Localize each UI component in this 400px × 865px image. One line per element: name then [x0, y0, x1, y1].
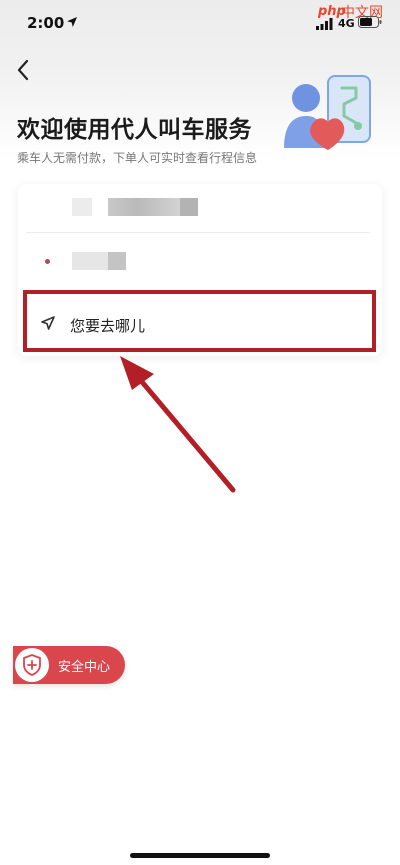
masked-passenger-info: [108, 198, 180, 216]
status-bar: 2:00 php 中文网 4G: [0, 0, 400, 44]
safety-center-button[interactable]: 安全中心: [13, 646, 125, 684]
page-subtitle: 乘车人无需付款，下单人可实时查看行程信息: [17, 151, 258, 165]
masked-origin-info[interactable]: [108, 252, 126, 270]
destination-input[interactable]: 您要去哪儿: [23, 290, 376, 352]
passenger-illustration: [284, 75, 371, 150]
chevron-left-icon: [17, 59, 29, 81]
status-time: 2:00: [27, 14, 65, 32]
person-head: [292, 84, 320, 112]
destination-placeholder: 您要去哪儿: [70, 317, 146, 335]
masked-passenger-info: [180, 198, 198, 216]
location-arrow-icon: [67, 17, 77, 27]
safety-center-label: 安全中心: [58, 660, 111, 675]
network-label: 4G: [338, 17, 355, 30]
masked-passenger-info: [72, 198, 92, 216]
route-end-icon: [354, 122, 362, 130]
home-indicator[interactable]: [130, 853, 270, 858]
battery-icon: [358, 16, 382, 28]
signal-icon: [316, 18, 333, 30]
back-button[interactable]: [12, 56, 36, 84]
origin-dot-icon: [45, 259, 50, 264]
navigation-arrow-icon: [41, 316, 55, 330]
masked-origin-info[interactable]: [72, 252, 108, 270]
shield-plus-icon: [23, 654, 41, 676]
row-divider: [26, 232, 370, 233]
annotation-arrow: [120, 356, 236, 493]
page-title: 欢迎使用代人叫车服务: [17, 117, 252, 143]
safety-icon-badge: [15, 648, 49, 682]
